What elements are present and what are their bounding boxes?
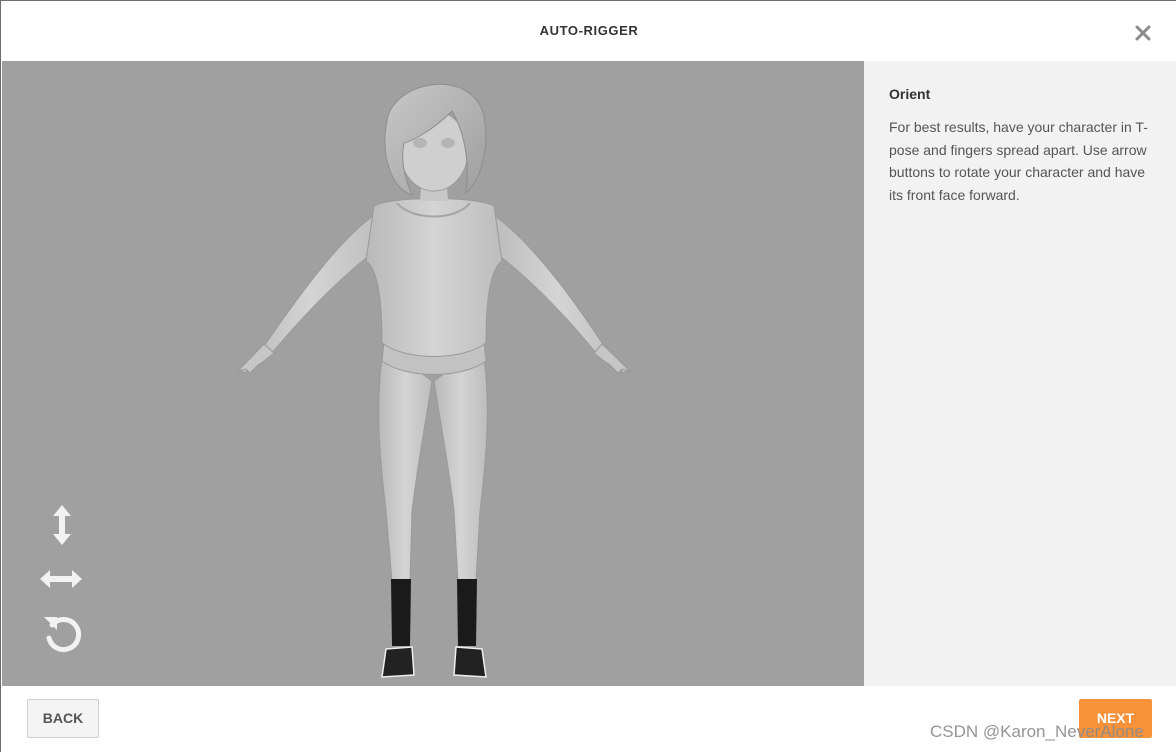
- close-button[interactable]: [1131, 21, 1155, 45]
- back-button[interactable]: BACK: [27, 699, 99, 738]
- dialog-footer: BACK NEXT: [1, 686, 1176, 752]
- panel-heading: Orient: [889, 86, 931, 102]
- rotate-button[interactable]: [40, 611, 84, 655]
- move-horizontal-icon: [40, 570, 82, 588]
- dialog-title: AUTO-RIGGER: [539, 23, 639, 38]
- dialog-header: AUTO-RIGGER: [1, 1, 1176, 61]
- panel-description: For best results, have your character in…: [889, 119, 1148, 203]
- auto-rigger-dialog: AUTO-RIGGER Orient For best results, hav…: [0, 0, 1176, 752]
- 3d-viewport[interactable]: [2, 61, 864, 686]
- watermark-text: CSDN @Karon_NeverAlone: [930, 722, 1144, 741]
- rotate-icon: [44, 617, 82, 652]
- character-model: [236, 83, 632, 678]
- move-horizontal-button[interactable]: [38, 565, 84, 593]
- instructions-panel: Orient For best results, have your chara…: [864, 61, 1176, 686]
- move-vertical-button[interactable]: [44, 503, 80, 547]
- close-icon: [1135, 25, 1151, 41]
- move-vertical-icon: [53, 505, 71, 545]
